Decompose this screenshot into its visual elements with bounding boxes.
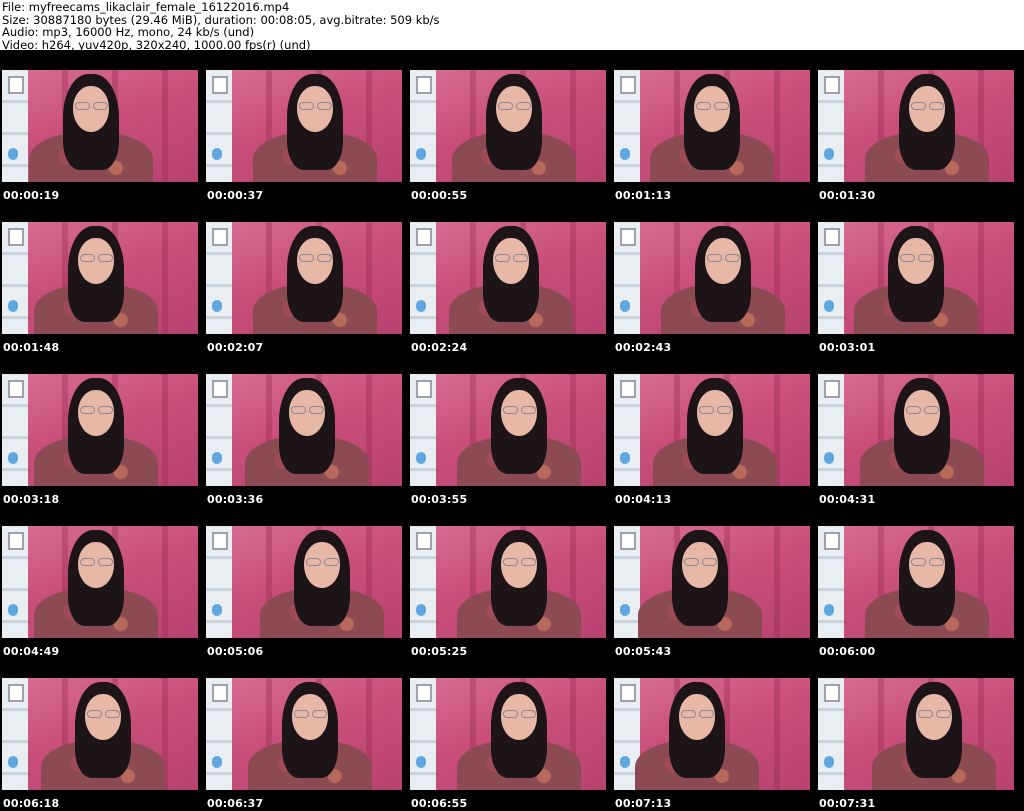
thumbnail: 00:05:06 (204, 506, 408, 658)
video-frame-image (410, 374, 606, 486)
video-frame-image (818, 526, 1014, 638)
thumbnail: 00:07:13 (612, 658, 816, 810)
timestamp-label: 00:00:19 (3, 189, 60, 202)
timestamp-label: 00:02:07 (207, 341, 264, 354)
thumbnail: 00:02:43 (612, 202, 816, 354)
timestamp-label: 00:01:48 (3, 341, 60, 354)
timestamp-label: 00:02:24 (411, 341, 468, 354)
timestamp-label: 00:04:49 (3, 645, 60, 658)
video-frame-image (206, 374, 402, 486)
thumbnail: 00:03:01 (816, 202, 1020, 354)
video-frame-image (2, 678, 198, 790)
video-frame-image (2, 70, 198, 182)
thumbnail: 00:06:00 (816, 506, 1020, 658)
video-frame-image (206, 526, 402, 638)
timestamp-label: 00:05:25 (411, 645, 468, 658)
video-frame-image (614, 678, 810, 790)
video-frame-image (614, 70, 810, 182)
thumbnail: 00:00:37 (204, 50, 408, 202)
thumbnail: 00:03:18 (0, 354, 204, 506)
video-frame-image (410, 70, 606, 182)
thumbnail: 00:02:24 (408, 202, 612, 354)
video-frame-image (818, 374, 1014, 486)
video-frame-image (614, 374, 810, 486)
video-frame-image (614, 222, 810, 334)
timestamp-label: 00:03:55 (411, 493, 468, 506)
thumbnail: 00:00:19 (0, 50, 204, 202)
thumbnail: 00:02:07 (204, 202, 408, 354)
timestamp-label: 00:06:55 (411, 797, 468, 810)
video-frame-image (206, 70, 402, 182)
thumbnail-grid: 00:00:19 00:00:37 00:00:55 00:01:13 00:01:30… (0, 50, 1024, 811)
timestamp-label: 00:03:36 (207, 493, 264, 506)
video-frame-image (410, 222, 606, 334)
thumbnail: 00:04:49 (0, 506, 204, 658)
thumbnail: 00:03:36 (204, 354, 408, 506)
timestamp-label: 00:06:18 (3, 797, 60, 810)
video-frame-image (2, 374, 198, 486)
thumbnail: 00:07:31 (816, 658, 1020, 810)
timestamp-label: 00:00:55 (411, 189, 468, 202)
video-frame-image (206, 222, 402, 334)
file-info-header: File: myfreecams_likaclair_female_161220… (0, 0, 1024, 51)
thumbnail: 00:01:30 (816, 50, 1020, 202)
timestamp-label: 00:07:31 (819, 797, 876, 810)
video-frame-image (2, 222, 198, 334)
timestamp-label: 00:07:13 (615, 797, 672, 810)
timestamp-label: 00:03:18 (3, 493, 60, 506)
thumbnail: 00:05:25 (408, 506, 612, 658)
video-frame-image (818, 222, 1014, 334)
timestamp-label: 00:06:00 (819, 645, 876, 658)
timestamp-label: 00:05:06 (207, 645, 264, 658)
timestamp-label: 00:05:43 (615, 645, 672, 658)
file-name-line: File: myfreecams_likaclair_female_161220… (2, 0, 290, 14)
video-frame-image (206, 678, 402, 790)
video-frame-image (818, 70, 1014, 182)
thumbnail: 00:06:37 (204, 658, 408, 810)
video-frame-image (2, 526, 198, 638)
thumbnail: 00:00:55 (408, 50, 612, 202)
thumbnail: 00:03:55 (408, 354, 612, 506)
timestamp-label: 00:04:31 (819, 493, 876, 506)
timestamp-label: 00:01:30 (819, 189, 876, 202)
thumbnail: 00:01:48 (0, 202, 204, 354)
timestamp-label: 00:02:43 (615, 341, 672, 354)
thumbnail: 00:01:13 (612, 50, 816, 202)
timestamp-label: 00:04:13 (615, 493, 672, 506)
timestamp-label: 00:00:37 (207, 189, 264, 202)
timestamp-label: 00:03:01 (819, 341, 876, 354)
timestamp-label: 00:01:13 (615, 189, 672, 202)
thumbnail: 00:05:43 (612, 506, 816, 658)
audio-line: Audio: mp3, 16000 Hz, mono, 24 kb/s (und… (2, 25, 255, 39)
thumbnail: 00:06:18 (0, 658, 204, 810)
thumbnail-sheet: 00:00:19 00:00:37 00:00:55 00:01:13 00:01:30… (0, 50, 1024, 811)
video-frame-image (410, 678, 606, 790)
timestamp-label: 00:06:37 (207, 797, 264, 810)
thumbnail: 00:04:13 (612, 354, 816, 506)
video-frame-image (818, 678, 1014, 790)
thumbnail: 00:04:31 (816, 354, 1020, 506)
video-frame-image (614, 526, 810, 638)
thumbnail: 00:06:55 (408, 658, 612, 810)
video-frame-image (410, 526, 606, 638)
